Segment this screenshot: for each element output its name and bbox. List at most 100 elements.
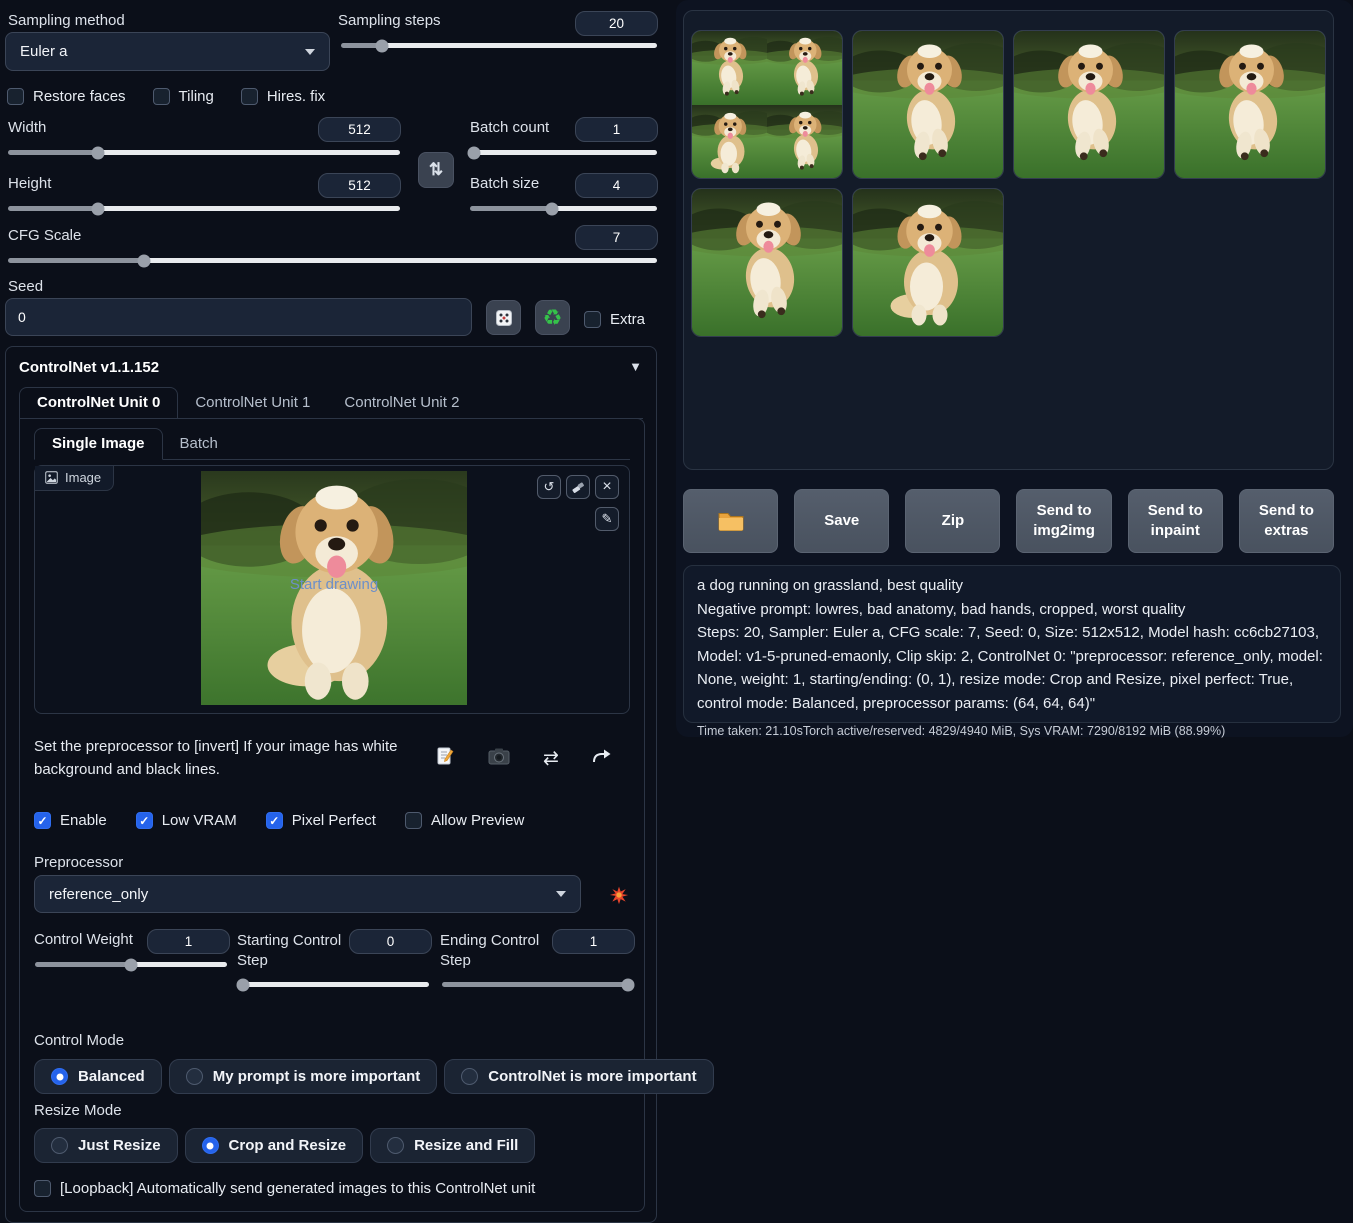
resize-mode-just-resize[interactable]: Just Resize [34,1128,178,1163]
restore-faces-checkbox[interactable]: Restore faces [7,88,126,105]
preprocessor-dropdown[interactable]: reference_only [34,875,581,913]
ending-step-input[interactable]: 1 [552,929,635,954]
batch-count-input[interactable]: 1 [575,117,658,142]
slider-handle[interactable] [92,202,105,215]
seed-input[interactable]: 0 [5,298,472,336]
sampling-method-dropdown[interactable]: Euler a [5,32,330,71]
loopback-checkbox[interactable]: [Loopback] Automatically send generated … [34,1180,535,1197]
reuse-seed-button[interactable]: ♻ [535,300,570,335]
checkbox-box[interactable] [34,812,51,829]
erase-button[interactable] [566,475,590,499]
control-weight-slider[interactable] [35,962,227,967]
controlnet-image-editor[interactable]: Image Start dra [34,465,630,714]
swap-width-height-button[interactable]: ⇅ [418,152,454,188]
batch-count-slider[interactable] [470,150,657,155]
new-canvas-button[interactable] [435,746,455,771]
control-weight-input[interactable]: 1 [147,929,230,954]
slider-handle[interactable] [92,146,105,159]
webcam-button[interactable] [488,747,510,770]
sampling-steps-input[interactable]: 20 [575,11,658,36]
slider-handle[interactable] [376,39,389,52]
tab-controlnet-unit-2[interactable]: ControlNet Unit 2 [327,388,476,418]
checkbox-box[interactable] [266,812,283,829]
slider-handle[interactable] [125,958,138,971]
radio-dot[interactable] [461,1068,478,1085]
resize-mode-resize-and-fill[interactable]: Resize and Fill [370,1128,535,1163]
open-folder-button[interactable] [683,489,778,553]
gallery-grid [683,10,1334,470]
undo-icon: ↺ [544,479,555,495]
extra-checkbox[interactable]: Extra [584,311,645,328]
save-button[interactable]: Save [794,489,889,553]
tab-single-image[interactable]: Single Image [34,428,163,460]
control-mode-prompt-important[interactable]: My prompt is more important [169,1059,438,1094]
enable-checkbox[interactable]: Enable [34,812,107,829]
cfg-scale-slider[interactable] [8,258,657,263]
zip-button[interactable]: Zip [905,489,1000,553]
swap-horizontal-icon: ⇄ [543,748,559,769]
undo-button[interactable]: ↺ [537,475,561,499]
batch-size-slider[interactable] [470,206,657,211]
image-toolbar-row2: ✎ [595,507,619,531]
ending-step-slider[interactable] [442,982,632,987]
gallery-item[interactable] [1174,30,1326,179]
resize-mode-crop-and-resize[interactable]: Crop and Resize [185,1128,364,1163]
tiling-checkbox[interactable]: Tiling [153,88,214,105]
hires-fix-checkbox[interactable]: Hires. fix [241,88,325,105]
checkbox-box[interactable] [34,1180,51,1197]
starting-step-input[interactable]: 0 [349,929,432,954]
control-mode-balanced[interactable]: Balanced [34,1059,162,1094]
radio-dot[interactable] [186,1068,203,1085]
gallery-item[interactable] [691,188,843,337]
radio-dot[interactable] [51,1068,68,1085]
tab-batch[interactable]: Batch [163,429,235,459]
gallery-item[interactable] [691,30,843,179]
controlnet-title[interactable]: ControlNet v1.1.152 [19,359,159,376]
send-to-extras-button[interactable]: Send to extras [1239,489,1334,553]
run-preprocessor-button[interactable] [609,885,629,910]
height-input[interactable]: 512 [318,173,401,198]
accordion-collapse-icon[interactable]: ▼ [629,359,642,374]
batch-size-input[interactable]: 4 [575,173,658,198]
slider-handle[interactable] [622,978,635,991]
mirror-webcam-button[interactable]: ⇄ [543,747,559,770]
starting-step-slider[interactable] [239,982,429,987]
gallery-item[interactable] [1013,30,1165,179]
height-slider[interactable] [8,206,400,211]
folder-icon [718,511,744,531]
cfg-scale-input[interactable]: 7 [575,225,658,250]
checkbox-box[interactable] [241,88,258,105]
slider-handle[interactable] [546,202,559,215]
radio-dot[interactable] [202,1137,219,1154]
gallery-item[interactable] [852,188,1004,337]
radio-dot[interactable] [51,1137,68,1154]
send-to-img2img-button[interactable]: Send to img2img [1016,489,1111,553]
width-input[interactable]: 512 [318,117,401,142]
checkbox-box[interactable] [405,812,422,829]
low-vram-checkbox[interactable]: Low VRAM [136,812,237,829]
sampling-method-label: Sampling method [8,12,125,29]
control-mode-controlnet-important[interactable]: ControlNet is more important [444,1059,713,1094]
width-slider[interactable] [8,150,400,155]
tab-controlnet-unit-0[interactable]: ControlNet Unit 0 [19,387,178,419]
control-mode-group: Balanced My prompt is more important Con… [34,1059,714,1094]
pixel-perfect-checkbox[interactable]: Pixel Perfect [266,812,376,829]
slider-handle[interactable] [467,146,480,159]
checkbox-box[interactable] [584,311,601,328]
clear-image-button[interactable]: × [595,475,619,499]
checkbox-box[interactable] [136,812,153,829]
edit-brush-button[interactable]: ✎ [595,507,619,531]
allow-preview-checkbox[interactable]: Allow Preview [405,812,524,829]
slider-handle[interactable] [236,978,249,991]
tab-controlnet-unit-1[interactable]: ControlNet Unit 1 [178,388,327,418]
gallery-item[interactable] [852,30,1004,179]
slider-handle[interactable] [138,254,151,267]
sampling-steps-slider[interactable] [341,43,657,48]
checkbox-box[interactable] [153,88,170,105]
random-seed-button[interactable] [486,300,521,335]
radio-dot[interactable] [387,1137,404,1154]
checkbox-box[interactable] [7,88,24,105]
send-dimensions-button[interactable] [592,748,612,769]
send-to-inpaint-button[interactable]: Send to inpaint [1128,489,1223,553]
controlnet-image-preview[interactable] [201,471,467,705]
